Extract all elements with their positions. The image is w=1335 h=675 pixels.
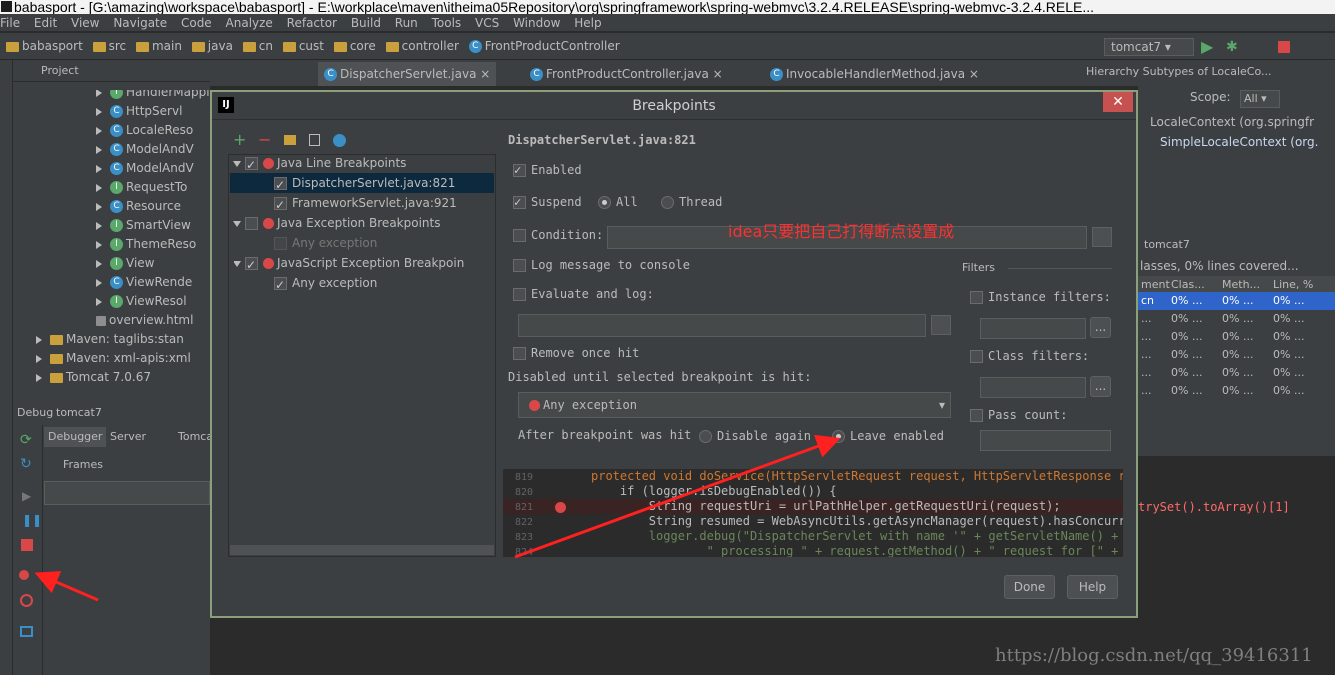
arrow-to-leave-enabled (514, 434, 841, 559)
arrow-to-breakpoints-icon (34, 571, 99, 602)
watermark: https://blog.csdn.net/qq_39416311 (995, 645, 1313, 666)
annotation-arrows (34, 434, 841, 602)
